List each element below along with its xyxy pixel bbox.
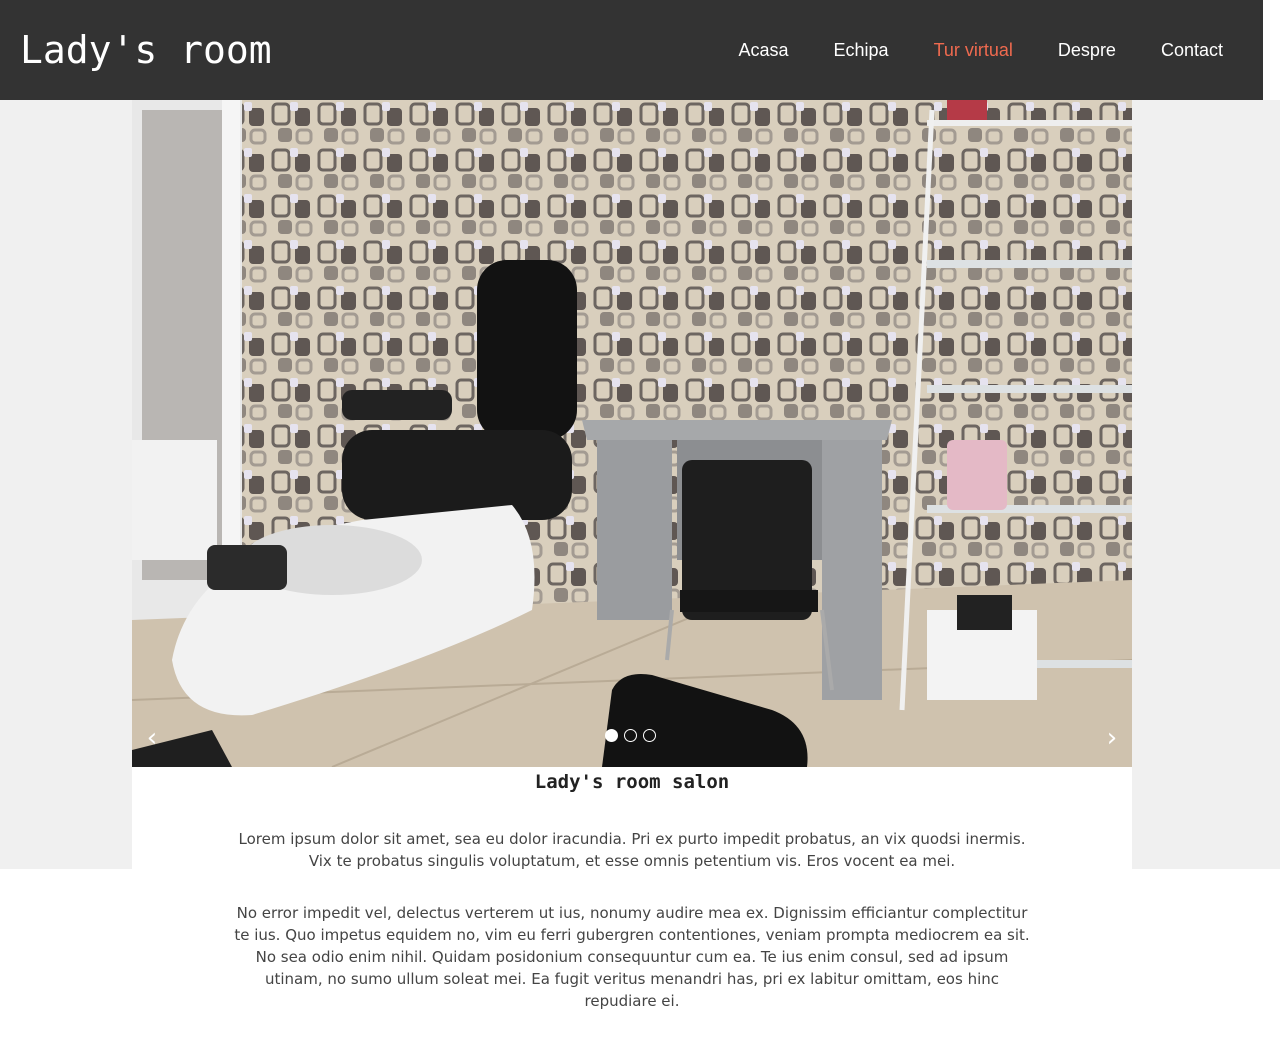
slider-dot-1[interactable] xyxy=(605,729,618,742)
image-slider: ‹ › xyxy=(132,100,1132,767)
nav-item-echipa[interactable]: Echipa xyxy=(834,38,889,62)
nav-item-contact[interactable]: Contact xyxy=(1161,38,1223,62)
chevron-left-icon: ‹ xyxy=(146,723,158,753)
slider-next-button[interactable]: › xyxy=(1100,720,1124,756)
main-nav: Acasa Echipa Tur virtual Despre Contact xyxy=(738,38,1223,62)
nav-item-tur-virtual[interactable]: Tur virtual xyxy=(934,38,1013,62)
nav-item-despre[interactable]: Despre xyxy=(1058,38,1116,62)
intro-paragraph-2: No error impedit vel, delectus verterem … xyxy=(234,904,1030,1010)
salon-photo xyxy=(132,100,1132,767)
site-header: Lady's room Acasa Echipa Tur virtual Des… xyxy=(0,0,1263,100)
slider-dot-3[interactable] xyxy=(643,729,656,742)
slider-dot-2[interactable] xyxy=(624,729,637,742)
page-title: Lady's room salon xyxy=(534,771,730,793)
chevron-right-icon: › xyxy=(1106,723,1118,753)
slider-dots xyxy=(605,729,656,742)
site-logo[interactable]: Lady's room xyxy=(20,26,272,74)
nav-item-acasa[interactable]: Acasa xyxy=(738,38,788,62)
main-content: ‹ › Lady's room salon Lorem ipsum dolor … xyxy=(132,100,1132,1041)
slider-prev-button[interactable]: ‹ xyxy=(140,720,164,756)
intro-paragraph-1: Lorem ipsum dolor sit amet, sea eu dolor… xyxy=(238,830,1026,870)
